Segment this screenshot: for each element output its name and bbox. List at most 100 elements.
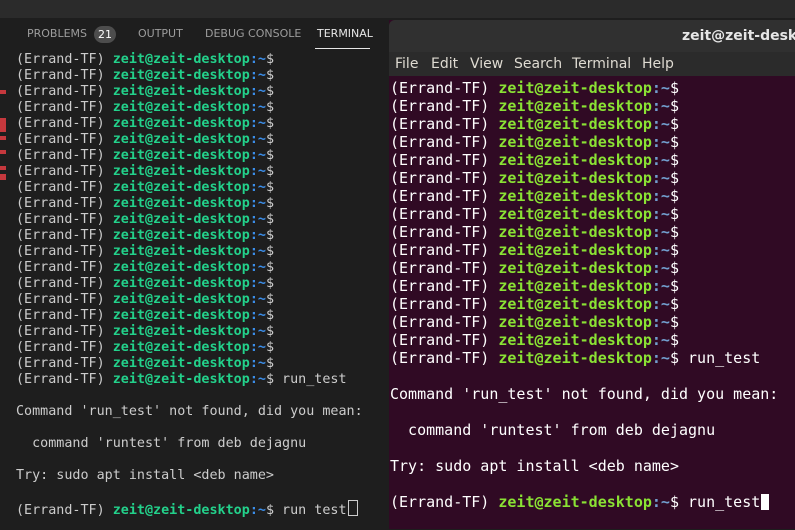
prompt-symbol: $: [265, 84, 274, 99]
prompt-path: :~: [249, 68, 266, 83]
prompt-path: :~: [249, 84, 266, 99]
gutter-mark: [0, 166, 6, 170]
gutter-mark: [0, 174, 6, 180]
vscode-terminal-output[interactable]: (Errand-TF) zeit@zeit-desktop:~$ (Errand-…: [16, 52, 388, 529]
prompt-path: :~: [249, 116, 266, 131]
terminal-prompt-line: (Errand-TF) zeit@zeit-desktop:~$: [390, 115, 795, 133]
prompt-user: zeit@zeit-desktop: [112, 164, 250, 179]
menu-edit[interactable]: Edit: [431, 56, 458, 72]
prompt-env: (Errand-TF): [16, 244, 113, 259]
terminal-prompt-line: (Errand-TF) zeit@zeit-desktop:~$: [16, 212, 388, 228]
prompt-path: :~: [651, 223, 670, 241]
prompt-path: :~: [249, 212, 266, 227]
menu-help[interactable]: Help: [642, 56, 674, 72]
prompt-user: zeit@zeit-desktop: [112, 276, 250, 291]
prompt-user: zeit@zeit-desktop: [112, 324, 250, 339]
prompt-path: :~: [249, 180, 266, 195]
gnome-terminal-window[interactable]: zeit@zeit-desktop File Edit View Search …: [389, 20, 795, 529]
prompt-symbol: $: [669, 151, 679, 169]
prompt-path: :~: [651, 79, 670, 97]
tab-debug-console[interactable]: DEBUG CONSOLE: [205, 27, 301, 40]
terminal-prompt-line: (Errand-TF) zeit@zeit-desktop:~$: [390, 277, 795, 295]
prompt-user: zeit@zeit-desktop: [498, 223, 652, 241]
prompt-symbol: $: [265, 292, 274, 307]
prompt-env: (Errand-TF): [16, 260, 113, 275]
terminal-prompt-line: (Errand-TF) zeit@zeit-desktop:~$: [16, 52, 388, 68]
prompt-user: zeit@zeit-desktop: [112, 100, 250, 115]
prompt-symbol: $: [265, 68, 274, 83]
terminal-prompt-line: (Errand-TF) zeit@zeit-desktop:~$: [16, 340, 388, 356]
terminal-prompt-line: (Errand-TF) zeit@zeit-desktop:~$: [16, 100, 388, 116]
prompt-symbol: $: [265, 324, 274, 339]
terminal-prompt-line: (Errand-TF) zeit@zeit-desktop:~$: [390, 223, 795, 241]
prompt-user: zeit@zeit-desktop: [498, 151, 652, 169]
menu-view[interactable]: View: [470, 56, 503, 72]
menu-file[interactable]: File: [395, 56, 418, 72]
prompt-user: zeit@zeit-desktop: [498, 205, 652, 223]
prompt-env: (Errand-TF): [390, 295, 499, 313]
prompt-path: :~: [651, 97, 670, 115]
terminal-prompt-line: (Errand-TF) zeit@zeit-desktop:~$: [390, 169, 795, 187]
prompt-user: zeit@zeit-desktop: [112, 52, 250, 67]
prompt-symbol: $: [265, 180, 274, 195]
prompt-env: (Errand-TF): [16, 84, 113, 99]
prompt-env: (Errand-TF): [390, 205, 499, 223]
prompt-symbol: $: [669, 187, 679, 205]
prompt-symbol: $: [669, 349, 679, 367]
prompt-path: :~: [651, 493, 670, 511]
prompt-path: :~: [249, 372, 266, 387]
tab-terminal[interactable]: TERMINAL: [317, 27, 373, 40]
prompt-symbol: $: [669, 97, 679, 115]
prompt-user: zeit@zeit-desktop: [112, 340, 250, 355]
prompt-symbol: $: [669, 277, 679, 295]
terminal-prompt-line: (Errand-TF) zeit@zeit-desktop:~$ run_tes…: [390, 493, 795, 511]
prompt-env: (Errand-TF): [390, 313, 499, 331]
prompt-env: (Errand-TF): [390, 241, 499, 259]
menu-terminal[interactable]: Terminal: [572, 56, 631, 72]
prompt-symbol: $: [265, 244, 274, 259]
suggestion-message: command 'runtest' from deb dejagnu: [390, 421, 716, 439]
prompt-user: zeit@zeit-desktop: [498, 259, 652, 277]
terminal-prompt-line: (Errand-TF) zeit@zeit-desktop:~$: [390, 205, 795, 223]
terminal-prompt-line: (Errand-TF) zeit@zeit-desktop:~$: [16, 116, 388, 132]
tab-output[interactable]: OUTPUT: [138, 27, 183, 40]
gutter-mark: [0, 90, 6, 94]
prompt-symbol: $: [669, 241, 679, 259]
install-hint: Try: sudo apt install <deb name>: [16, 468, 274, 483]
prompt-user: zeit@zeit-desktop: [112, 308, 250, 323]
tab-problems[interactable]: PROBLEMS: [27, 27, 87, 40]
prompt-user: zeit@zeit-desktop: [498, 133, 652, 151]
prompt-symbol: $: [265, 228, 274, 243]
prompt-path: :~: [651, 349, 670, 367]
terminal-prompt-line: (Errand-TF) zeit@zeit-desktop:~$: [16, 164, 388, 180]
prompt-path: :~: [249, 100, 266, 115]
terminal-prompt-line: (Errand-TF) zeit@zeit-desktop:~$: [16, 276, 388, 292]
prompt-user: zeit@zeit-desktop: [112, 212, 250, 227]
gnome-terminal-output[interactable]: (Errand-TF) zeit@zeit-desktop:~$ (Errand-…: [390, 79, 795, 529]
prompt-user: zeit@zeit-desktop: [112, 503, 250, 518]
prompt-env: (Errand-TF): [16, 116, 113, 131]
window-titlebar[interactable]: zeit@zeit-desktop: [389, 20, 795, 52]
terminal-prompt-line: (Errand-TF) zeit@zeit-desktop:~$: [16, 228, 388, 244]
prompt-env: (Errand-TF): [16, 212, 113, 227]
prompt-symbol: $: [265, 196, 274, 211]
error-message: Command 'run_test' not found, did you me…: [390, 385, 779, 403]
prompt-env: (Errand-TF): [390, 187, 499, 205]
prompt-symbol: $: [265, 372, 274, 387]
terminal-prompt-line: (Errand-TF) zeit@zeit-desktop:~$: [390, 133, 795, 151]
prompt-env: (Errand-TF): [390, 151, 499, 169]
suggestion-message: command 'runtest' from deb dejagnu: [16, 436, 307, 451]
command-text: run test: [274, 503, 347, 518]
prompt-env: (Errand-TF): [16, 372, 113, 387]
command-text: run_test: [679, 493, 761, 511]
menu-search[interactable]: Search: [514, 56, 562, 72]
prompt-path: :~: [651, 241, 670, 259]
prompt-env: (Errand-TF): [16, 100, 113, 115]
prompt-env: (Errand-TF): [390, 115, 499, 133]
prompt-user: zeit@zeit-desktop: [112, 180, 250, 195]
prompt-env: (Errand-TF): [16, 308, 113, 323]
